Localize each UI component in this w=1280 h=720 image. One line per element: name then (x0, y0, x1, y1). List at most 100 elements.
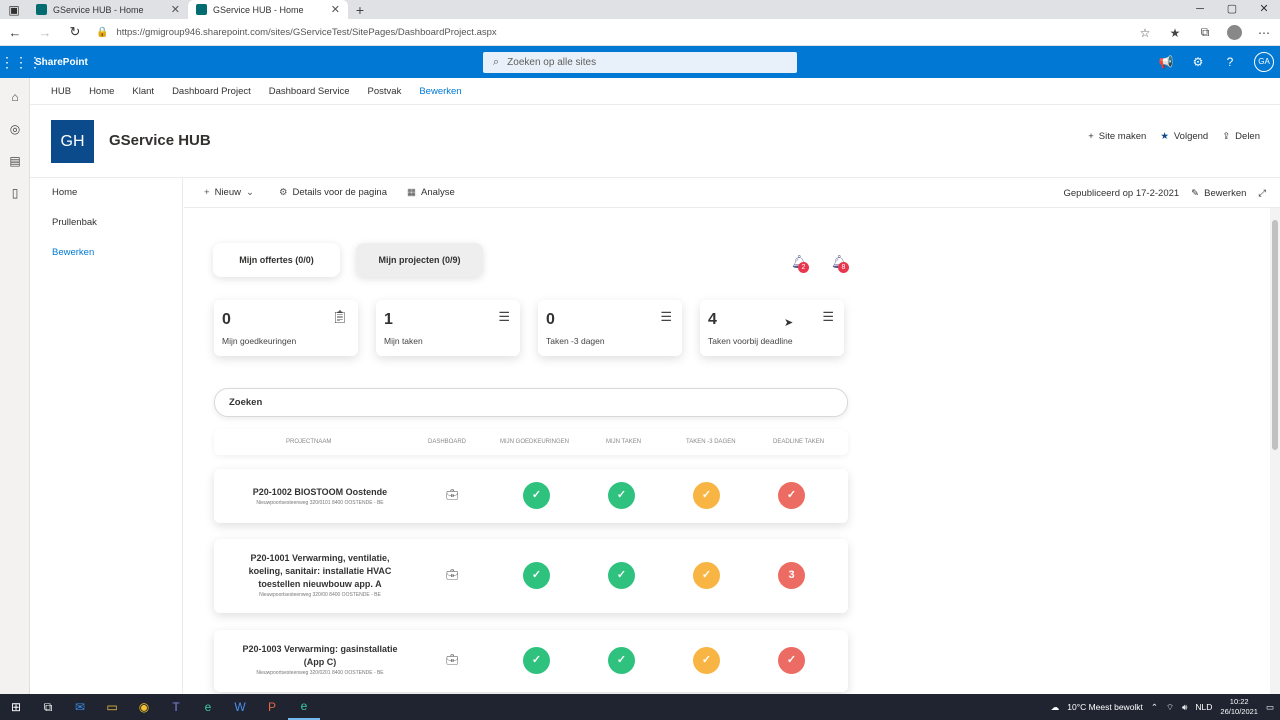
hubnav-item-dashboard-project[interactable]: Dashboard Project (172, 86, 251, 97)
powerpoint-icon[interactable]: P (256, 700, 288, 714)
new-tab-button[interactable]: + (348, 0, 372, 19)
close-window-button[interactable]: ✕ (1248, 0, 1280, 19)
volume-icon[interactable]: 🔊︎ (1182, 702, 1187, 713)
project-row[interactable]: P20-1001 Verwarming, ventilatie, koeling… (214, 539, 848, 613)
global-search-input[interactable]: ⌕ Zoeken op alle sites (483, 52, 797, 73)
hubnav-item-hub[interactable]: HUB (51, 86, 71, 97)
create-site-button[interactable]: + Site maken (1088, 131, 1146, 142)
edge-active-icon[interactable]: e (288, 694, 320, 720)
browser-tab-title: GService HUB - Home (213, 4, 304, 15)
briefcase-icon[interactable]: 💼︎ (446, 655, 459, 666)
teams-icon[interactable]: T (160, 700, 192, 714)
briefcase-icon[interactable]: 💼︎ (446, 570, 459, 581)
collections-icon[interactable]: ⧉ (1197, 25, 1213, 40)
maximize-button[interactable]: ▢ (1216, 0, 1248, 19)
profile-icon[interactable] (1227, 25, 1242, 40)
kpi-card-approvals[interactable]: 0 Mijn goedkeuringen 📋︎ (214, 300, 358, 356)
hubnav-item-home[interactable]: Home (89, 86, 114, 97)
notification-bell-1[interactable]: 🔔︎ 2 (791, 254, 809, 273)
status-deadline[interactable]: 3 (778, 562, 805, 589)
outlook-icon[interactable]: ✉ (64, 700, 96, 714)
browser-tab-2[interactable]: GService HUB - Home ✕ (188, 0, 348, 19)
quicklaunch-item-recycle-bin[interactable]: Prullenbak (52, 208, 182, 238)
kpi-card-my-tasks[interactable]: 1 Mijn taken ☰ (376, 300, 520, 356)
page-details-button[interactable]: ⚙ Details voor de pagina (279, 187, 387, 198)
document-icon[interactable]: ▯ (0, 186, 30, 206)
analytics-button[interactable]: ▦ Analyse (407, 187, 455, 198)
status-deadline[interactable]: ✓ (778, 482, 805, 509)
kpi-value: 0 (222, 311, 231, 328)
share-button[interactable]: ⇪ Delen (1222, 131, 1260, 142)
scrollbar-thumb[interactable] (1272, 220, 1278, 450)
project-row[interactable]: P20-1003 Verwarming: gasinstallatie (App… (214, 630, 848, 692)
status-deadline[interactable]: ✓ (778, 647, 805, 674)
status-approvals[interactable]: ✓ (523, 562, 550, 589)
globe-icon[interactable]: ◎ (0, 122, 30, 142)
edge-icon[interactable]: e (192, 700, 224, 714)
status-my-tasks[interactable]: ✓ (608, 647, 635, 674)
page-scrollbar[interactable] (1270, 208, 1280, 694)
status-my-tasks[interactable]: ✓ (608, 482, 635, 509)
status-approvals[interactable]: ✓ (523, 647, 550, 674)
close-tab-icon[interactable]: ✕ (171, 3, 180, 16)
sharepoint-brand[interactable]: SharePoint (35, 57, 88, 68)
tray-chevron-icon[interactable]: ⌃ (1151, 702, 1158, 713)
language-indicator[interactable]: NLD (1195, 702, 1212, 712)
browser-tab-1[interactable]: GService HUB - Home ✕ (28, 0, 188, 19)
home-icon[interactable]: ⌂ (0, 90, 30, 110)
close-tab-icon[interactable]: ✕ (331, 3, 340, 16)
network-icon[interactable]: ⌔ (1166, 702, 1174, 713)
quicklaunch-item-home[interactable]: Home (52, 178, 182, 208)
tab-my-offers[interactable]: Mijn offertes (0/0) (213, 243, 340, 277)
status-approvals[interactable]: ✓ (523, 482, 550, 509)
hubnav-item-klant[interactable]: Klant (132, 86, 154, 97)
project-row[interactable]: P20-1002 BIOSTOOM Oostende Nieuwpoortses… (214, 469, 848, 523)
tab-my-projects[interactable]: Mijn projecten (0/9) (356, 243, 483, 277)
megaphone-icon[interactable]: 📢 (1158, 55, 1174, 69)
new-button[interactable]: + Nieuw ⌄ (204, 187, 259, 198)
clock[interactable]: 10:22 26/10/2021 (1220, 697, 1258, 717)
refresh-button[interactable]: ↻ (60, 24, 90, 40)
briefcase-icon[interactable]: 💼︎ (446, 490, 459, 501)
hubnav-edit-link[interactable]: Bewerken (419, 86, 461, 97)
edit-page-button[interactable]: ✎ Bewerken (1191, 188, 1246, 199)
hubnav-item-postvak[interactable]: Postvak (368, 86, 402, 97)
site-title[interactable]: GService HUB (109, 132, 211, 149)
add-favorite-icon[interactable]: ☆ (1137, 26, 1153, 40)
minimize-button[interactable]: ─ (1184, 0, 1216, 19)
status-tasks-3-days[interactable]: ✓ (693, 482, 720, 509)
word-icon[interactable]: W (224, 700, 256, 714)
kpi-label: Mijn goedkeuringen (222, 336, 297, 346)
more-icon[interactable]: ⋯ (1256, 26, 1272, 40)
kpi-card-overdue-tasks[interactable]: 4 Taken voorbij deadline ☰ (700, 300, 844, 356)
status-my-tasks[interactable]: ✓ (608, 562, 635, 589)
status-tasks-3-days[interactable]: ✓ (693, 562, 720, 589)
follow-button[interactable]: ★ Volgend (1160, 131, 1208, 142)
forward-button[interactable]: → (30, 25, 60, 40)
project-search-input[interactable]: Zoeken (214, 388, 848, 417)
back-button[interactable]: ← (0, 25, 30, 40)
favorites-icon[interactable]: ★ (1167, 26, 1183, 40)
expand-icon[interactable]: ⤢ (1258, 188, 1266, 199)
chrome-icon[interactable]: ◉ (128, 700, 160, 714)
file-explorer-icon[interactable]: ▭ (96, 700, 128, 714)
news-icon[interactable]: ▤ (0, 154, 30, 174)
edit-page-label: Bewerken (1204, 187, 1247, 199)
list-check-icon: ☰ (660, 309, 672, 324)
url-field[interactable]: 🔒 https://gmigroup946.sharepoint.com/sit… (96, 27, 497, 38)
kpi-card-tasks-3-days[interactable]: 0 Taken -3 dagen ☰ (538, 300, 682, 356)
tab-actions-icon[interactable]: ▣ (0, 0, 28, 19)
settings-icon[interactable]: ⚙ (1190, 55, 1206, 69)
site-logo[interactable]: GH (51, 120, 94, 163)
quicklaunch-edit-link[interactable]: Bewerken (52, 238, 182, 268)
weather-label[interactable]: 10°C Meest bewolkt (1067, 702, 1143, 712)
notification-bell-2[interactable]: 🔔︎ 8 (831, 254, 849, 273)
task-view-icon[interactable]: ⧉ (32, 700, 64, 715)
hubnav-item-dashboard-service[interactable]: Dashboard Service (269, 86, 350, 97)
start-icon[interactable]: ⊞ (0, 700, 32, 714)
user-avatar[interactable]: GA (1254, 52, 1274, 72)
notification-center-icon[interactable]: ▭ (1266, 702, 1274, 713)
status-tasks-3-days[interactable]: ✓ (693, 647, 720, 674)
app-launcher-icon[interactable]: ⋮⋮⋮ (0, 54, 42, 71)
help-icon[interactable]: ? (1222, 55, 1238, 69)
